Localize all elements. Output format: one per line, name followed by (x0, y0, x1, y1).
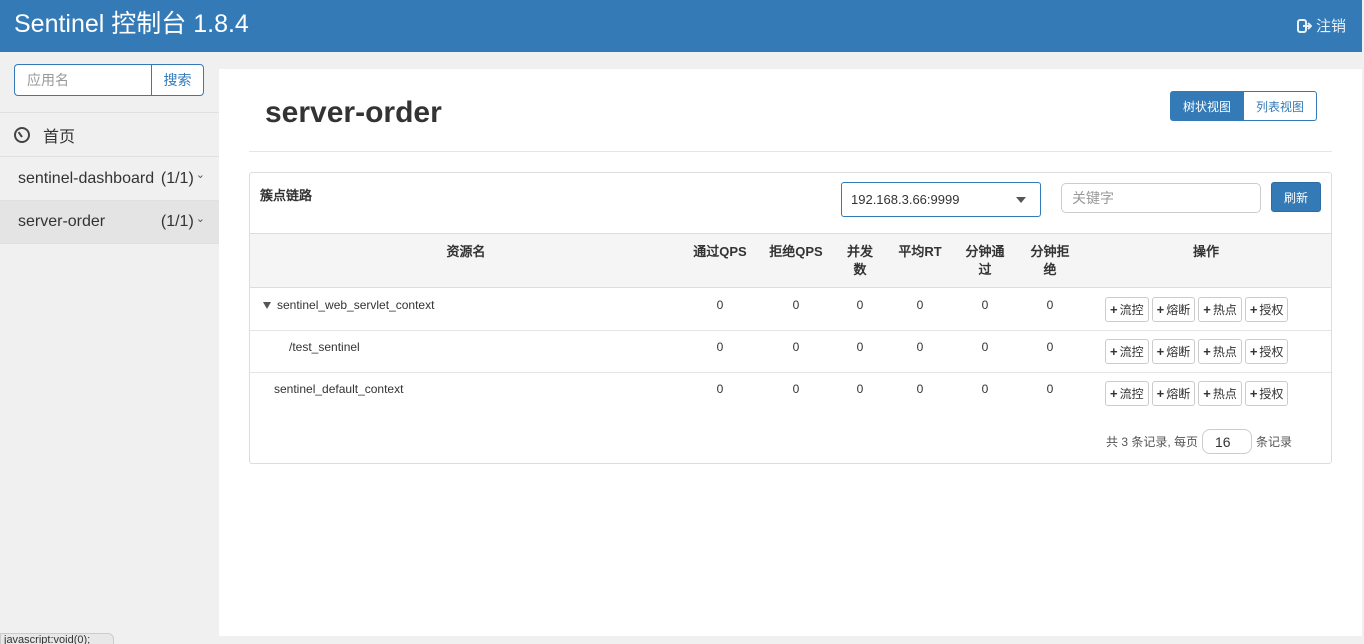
flow-rule-button[interactable]: + 流控 (1105, 381, 1149, 406)
plus-icon: + (1110, 386, 1118, 401)
link-status-bar: javascript:void(0); (0, 633, 114, 644)
col-pass-qps: 通过QPS (693, 244, 747, 259)
authority-rule-button[interactable]: + 授权 (1244, 297, 1289, 322)
plus-icon: + (1110, 344, 1118, 359)
avg-rt-value: 0 (916, 382, 924, 396)
plus-icon: + (1249, 302, 1258, 317)
sidebar-item-home[interactable]: 首页 (0, 112, 219, 156)
table-row: sentinel_default_context 0 0 0 0 0 0 + 流控… (250, 373, 1331, 415)
chevron-down-icon: ⌄ (195, 169, 205, 181)
degrade-rule-button[interactable]: + 熔断 (1151, 339, 1196, 364)
logout-label: 注销 (1315, 18, 1346, 35)
refresh-button[interactable]: 刷新 (1271, 182, 1321, 212)
row-actions: + 流控 + 熔断 + 热点 + 授权 (1105, 381, 1289, 406)
table-header: 资源名 通过QPS 拒绝QPS 并发数 平均RT 分钟通过 分钟拒绝 操作 (250, 233, 1331, 288)
col-concurrency: 并发数 (846, 244, 873, 277)
pass-qps-value: 0 (716, 298, 724, 312)
expand-triangle-icon[interactable] (263, 302, 271, 310)
keyword-input[interactable] (1061, 183, 1261, 213)
row-actions: + 流控 + 熔断 + 热点 + 授权 (1105, 339, 1289, 364)
pager-prefix: 共 3 条记录, 每页 (1106, 435, 1199, 449)
resource-name[interactable]: sentinel_default_context (274, 382, 403, 396)
plus-icon: + (1156, 344, 1165, 359)
minute-pass-value: 0 (981, 298, 989, 312)
plus-icon: + (1156, 386, 1165, 401)
flow-rule-button[interactable]: + 流控 (1105, 339, 1149, 364)
col-avg-rt: 平均RT (898, 244, 942, 259)
block-qps-value: 0 (792, 298, 800, 312)
plus-icon: + (1249, 344, 1258, 359)
avg-rt-value: 0 (916, 340, 924, 354)
minute-pass-value: 0 (981, 340, 989, 354)
col-resource: 资源名 (446, 244, 486, 259)
title-divider (249, 151, 1332, 152)
machine-select[interactable]: 192.168.3.66:9999 (841, 182, 1041, 217)
col-minute-block: 分钟拒绝 (1030, 244, 1070, 277)
table-row: /test_sentinel 0 0 0 0 0 0 + 流控 + 熔断 + 热点 +… (250, 331, 1331, 373)
sidebar-item-sentinel-dashboard[interactable]: sentinel-dashboard (1/1) ⌄ (0, 156, 219, 200)
authority-rule-button[interactable]: + 授权 (1244, 339, 1289, 364)
block-qps-value: 0 (792, 340, 800, 354)
pass-qps-value: 0 (716, 382, 724, 396)
pagination: 共 3 条记录, 每页 条记录 (1106, 429, 1292, 454)
block-qps-value: 0 (792, 382, 800, 396)
chevron-down-icon: ⌄ (195, 212, 205, 225)
sidebar-item-label: server-order (18, 213, 106, 230)
plus-icon: + (1156, 302, 1165, 317)
row-actions: + 流控 + 熔断 + 热点 + 授权 (1105, 297, 1289, 322)
main-content: server-order 树状视图 列表视图 簇点链路 192.168.3.66… (219, 69, 1362, 636)
app-search-button[interactable]: 搜索 (151, 64, 204, 96)
concurrency-value: 0 (856, 298, 864, 312)
page-title: server-order (265, 96, 442, 129)
col-block-qps: 拒绝QPS (769, 244, 823, 259)
avg-rt-value: 0 (916, 298, 924, 312)
logout-icon (1296, 18, 1312, 33)
sidebar: 搜索 首页 sentinel-dashboard (1/1) ⌄ server-… (0, 52, 219, 644)
col-minute-pass: 分钟通过 (965, 244, 1005, 277)
app-brand[interactable]: Sentinel 控制台 1.8.4 (14, 8, 249, 40)
hotspot-rule-button[interactable]: + 热点 (1198, 381, 1242, 406)
degrade-rule-button[interactable]: + 熔断 (1151, 381, 1196, 406)
logout-link[interactable]: 注销 (1296, 15, 1346, 36)
sidebar-item-label: sentinel-dashboard (18, 169, 155, 187)
minute-block-value: 0 (1046, 340, 1054, 354)
minute-block-value: 0 (1046, 298, 1054, 312)
panel-label: 簇点链路 (260, 188, 313, 203)
plus-icon: + (1203, 386, 1211, 401)
caret-down-icon (1016, 197, 1026, 203)
sidebar-item-count: (1/1) (160, 169, 194, 187)
degrade-rule-button[interactable]: + 熔断 (1151, 297, 1196, 322)
flow-rule-button[interactable]: + 流控 (1105, 297, 1149, 322)
hotspot-rule-button[interactable]: + 热点 (1198, 339, 1242, 364)
app-search: 搜索 (14, 64, 204, 96)
sidebar-item-label: 首页 (43, 128, 76, 146)
app-search-input[interactable] (14, 64, 151, 96)
plus-icon: + (1203, 344, 1211, 359)
authority-rule-button[interactable]: + 授权 (1244, 381, 1289, 406)
plus-icon: + (1203, 302, 1211, 317)
minute-block-value: 0 (1046, 382, 1054, 396)
concurrency-value: 0 (856, 382, 864, 396)
pager-suffix: 条记录 (1256, 435, 1293, 449)
pass-qps-value: 0 (716, 340, 724, 354)
minute-pass-value: 0 (981, 382, 989, 396)
list-view-button[interactable]: 列表视图 (1244, 91, 1317, 121)
sidebar-item-server-order[interactable]: server-order (1/1) ⌄ (0, 200, 219, 244)
tree-view-button[interactable]: 树状视图 (1170, 91, 1244, 121)
plus-icon: + (1249, 386, 1258, 401)
table-row: sentinel_web_servlet_context 0 0 0 0 0 0… (250, 289, 1331, 331)
machine-select-value: 192.168.3.66:9999 (851, 192, 960, 207)
top-navbar: Sentinel 控制台 1.8.4 注销 (0, 0, 1362, 52)
resource-name[interactable]: sentinel_web_servlet_context (263, 298, 434, 312)
page-size-input[interactable] (1202, 429, 1253, 454)
resource-panel: 簇点链路 192.168.3.66:9999 刷新 资源名 通过QPS 拒绝QP… (249, 172, 1332, 464)
sidebar-item-count: (1/1) (160, 213, 194, 230)
resource-name[interactable]: /test_sentinel (289, 340, 360, 354)
hotspot-rule-button[interactable]: + 热点 (1198, 297, 1242, 322)
col-ops: 操作 (1192, 244, 1219, 259)
plus-icon: + (1110, 302, 1118, 317)
concurrency-value: 0 (856, 340, 864, 354)
view-toggle: 树状视图 列表视图 (1170, 91, 1317, 121)
dashboard-gauge-icon (14, 126, 30, 143)
